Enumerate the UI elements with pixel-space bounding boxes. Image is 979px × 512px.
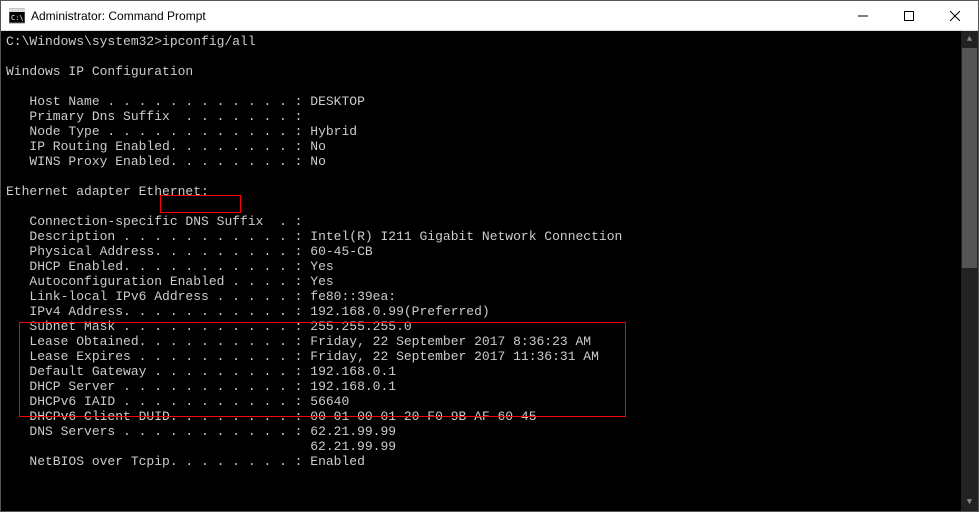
scrollbar-up-arrow[interactable]: ▲ — [961, 31, 978, 48]
label: WINS Proxy Enabled. . . . . . . . : — [29, 154, 302, 169]
scrollbar-thumb[interactable] — [962, 48, 977, 268]
command: ipconfig/all — [162, 34, 256, 49]
cmd-icon: C:\ — [9, 8, 25, 24]
scrollbar-down-arrow[interactable]: ▼ — [961, 494, 978, 511]
label: DHCP Server . . . . . . . . . . . : — [29, 379, 302, 394]
prompt: C:\Windows\system32> — [6, 34, 162, 49]
value: 192.168.0.99(Preferred) — [310, 304, 489, 319]
label: Connection-specific DNS Suffix . : — [29, 214, 302, 229]
value: Friday, 22 September 2017 8:36:23 AM — [310, 334, 591, 349]
label: IP Routing Enabled. . . . . . . . : — [29, 139, 302, 154]
close-button[interactable] — [932, 1, 978, 30]
value: 00-01-00-01-20-F0-9B-AF-60-45 — [310, 409, 536, 424]
label: Lease Expires . . . . . . . . . . : — [29, 349, 302, 364]
label: Host Name . . . . . . . . . . . . : — [29, 94, 302, 109]
label: Subnet Mask . . . . . . . . . . . : — [29, 319, 302, 334]
terminal-area[interactable]: C:\Windows\system32>ipconfig/all Windows… — [1, 31, 978, 511]
label: Description . . . . . . . . . . . : — [29, 229, 302, 244]
value: Friday, 22 September 2017 11:36:31 AM — [310, 349, 599, 364]
value: Yes — [310, 259, 333, 274]
value: DESKTOP — [310, 94, 365, 109]
value: Hybrid — [310, 124, 357, 139]
value: Enabled — [310, 454, 365, 469]
section-header: Windows IP Configuration — [6, 64, 193, 79]
label: Lease Obtained. . . . . . . . . . : — [29, 334, 302, 349]
scrollbar-vertical[interactable]: ▲ ▼ — [961, 31, 978, 511]
value: 255.255.255.0 — [310, 319, 411, 334]
value: No — [310, 154, 326, 169]
value: fe80::39ea: — [310, 289, 396, 304]
label: NetBIOS over Tcpip. . . . . . . . : — [29, 454, 302, 469]
svg-text:C:\: C:\ — [11, 14, 24, 22]
window-title: Administrator: Command Prompt — [31, 9, 840, 23]
terminal-output: C:\Windows\system32>ipconfig/all Windows… — [6, 34, 973, 469]
value: Yes — [310, 274, 333, 289]
minimize-button[interactable] — [840, 1, 886, 30]
label: IPv4 Address. . . . . . . . . . . : — [29, 304, 302, 319]
value: No — [310, 139, 326, 154]
label: Physical Address. . . . . . . . . : — [29, 244, 302, 259]
label: Link-local IPv6 Address . . . . . : — [29, 289, 302, 304]
window-controls — [840, 1, 978, 30]
label: Primary Dns Suffix . . . . . . . : — [29, 109, 302, 124]
value: 62.21.99.99 — [310, 439, 396, 454]
value: 192.168.0.1 — [310, 379, 396, 394]
label: DHCP Enabled. . . . . . . . . . . : — [29, 259, 302, 274]
adapter-name: Ethernet: — [139, 184, 209, 199]
command-prompt-window: C:\ Administrator: Command Prompt C:\Win… — [0, 0, 979, 512]
titlebar[interactable]: C:\ Administrator: Command Prompt — [1, 1, 978, 31]
adapter-prefix: Ethernet adapter — [6, 184, 139, 199]
value: Intel(R) I211 Gigabit Network Connection — [310, 229, 622, 244]
label: DHCPv6 IAID . . . . . . . . . . . : — [29, 394, 302, 409]
value: 192.168.0.1 — [310, 364, 396, 379]
value: 56640 — [310, 394, 349, 409]
label: DHCPv6 Client DUID. . . . . . . . : — [29, 409, 302, 424]
value: 62.21.99.99 — [310, 424, 396, 439]
value: 60-45-CB — [310, 244, 372, 259]
label: Autoconfiguration Enabled . . . . : — [29, 274, 302, 289]
maximize-button[interactable] — [886, 1, 932, 30]
label: Default Gateway . . . . . . . . . : — [29, 364, 302, 379]
label: DNS Servers . . . . . . . . . . . : — [29, 424, 302, 439]
label: Node Type . . . . . . . . . . . . : — [29, 124, 302, 139]
